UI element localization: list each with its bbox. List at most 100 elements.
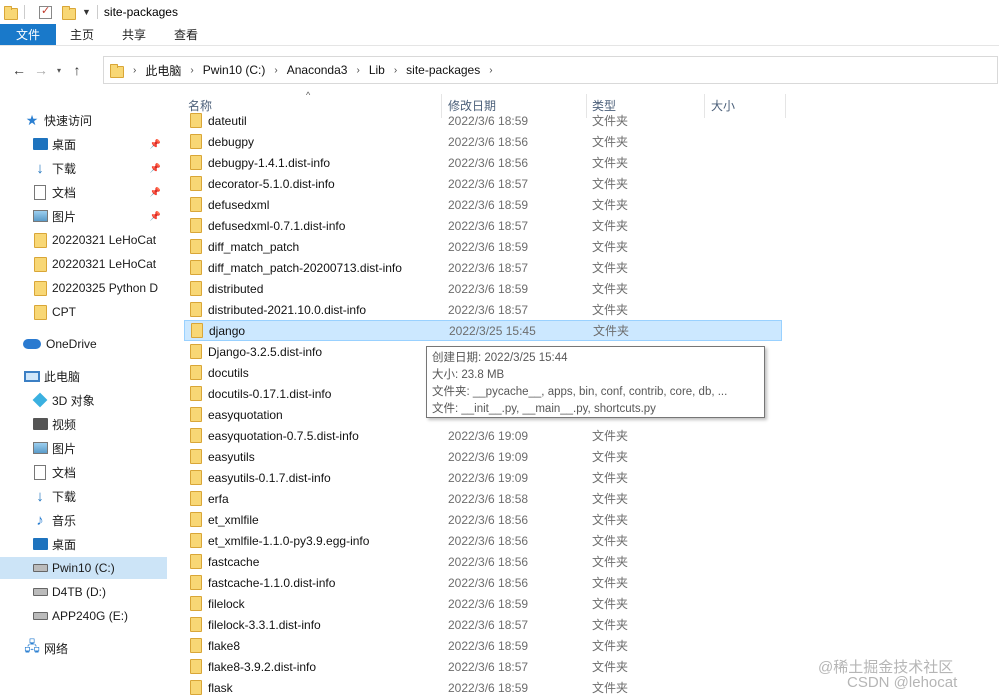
folder-icon (190, 617, 202, 632)
list-item[interactable]: flake8 2022/3/6 18:59 文件夹 (184, 635, 782, 656)
chevron-right-icon[interactable]: › (394, 65, 397, 76)
item-name: debugpy-1.4.1.dist-info (208, 155, 331, 170)
item-type: 文件夹 (592, 597, 629, 611)
list-item[interactable]: debugpy 2022/3/6 18:56 文件夹 (184, 131, 782, 152)
breadcrumb-this-pc[interactable]: 此电脑 (145, 62, 181, 79)
folder-icon (190, 134, 202, 149)
list-item[interactable]: fastcache-1.1.0.dist-info 2022/3/6 18:56… (184, 572, 782, 593)
sidebar-item-network[interactable]: 🖧 网络 (0, 637, 167, 659)
sidebar-item-folder[interactable]: 20220321 LeHoCat (0, 229, 167, 251)
sidebar-item-label: D4TB (D:) (52, 585, 106, 599)
folder-icon (190, 197, 202, 212)
tab-view[interactable]: 查看 (160, 24, 212, 45)
star-icon: ★ (25, 111, 39, 128)
chevron-right-icon[interactable]: › (274, 65, 277, 76)
item-date: 2022/3/6 18:56 (448, 533, 529, 548)
desktop-icon (32, 536, 48, 552)
sidebar-item-downloads[interactable]: ↓ 下载 📌 (0, 157, 167, 179)
list-item[interactable]: distributed 2022/3/6 18:59 文件夹 (184, 278, 782, 299)
breadcrumb-lib[interactable]: Lib (369, 63, 385, 77)
sidebar-item-drive-e[interactable]: APP240G (E:) (0, 605, 167, 627)
list-item[interactable]: et_xmlfile 2022/3/6 18:56 文件夹 (184, 509, 782, 530)
chevron-right-icon[interactable]: › (356, 65, 359, 76)
up-button[interactable]: ↑ (66, 62, 88, 78)
sidebar-item-folder[interactable]: 20220321 LeHoCat (0, 253, 167, 275)
sidebar-item-drive-c[interactable]: Pwin10 (C:) (0, 557, 167, 579)
sidebar-item-downloads[interactable]: ↓ 下载 (0, 485, 167, 507)
item-name: django (209, 323, 246, 338)
recent-locations-button[interactable]: ▾ (52, 66, 66, 75)
customize-quick-access-icon[interactable]: ▼ (82, 7, 91, 17)
list-item[interactable]: distributed-2021.10.0.dist-info 2022/3/6… (184, 299, 782, 320)
list-item[interactable]: diff_match_patch 2022/3/6 18:59 文件夹 (184, 236, 782, 257)
folder-icon (190, 491, 202, 506)
list-item[interactable]: filelock 2022/3/6 18:59 文件夹 (184, 593, 782, 614)
list-item[interactable]: debugpy-1.4.1.dist-info 2022/3/6 18:56 文… (184, 152, 782, 173)
list-item[interactable]: fastcache 2022/3/6 18:56 文件夹 (184, 551, 782, 572)
sidebar-item-this-pc[interactable]: 此电脑 (0, 365, 167, 387)
item-date: 2022/3/6 19:09 (448, 428, 529, 443)
sidebar-item-documents[interactable]: 文档 📌 (0, 181, 167, 203)
sidebar-item-desktop[interactable]: 桌面 (0, 533, 167, 555)
list-item[interactable]: et_xmlfile-1.1.0-py3.9.egg-info 2022/3/6… (184, 530, 782, 551)
breadcrumb-anaconda3[interactable]: Anaconda3 (287, 63, 348, 77)
sidebar-item-desktop[interactable]: 桌面 📌 (0, 133, 167, 155)
download-icon: ↓ (36, 159, 44, 177)
list-item-selected[interactable]: django 2022/3/25 15:45 文件夹 (184, 320, 782, 341)
sidebar-item-folder[interactable]: CPT (0, 301, 167, 323)
item-name: flake8-3.9.2.dist-info (208, 659, 317, 674)
tab-file[interactable]: 文件 (0, 24, 56, 45)
list-item[interactable]: filelock-3.3.1.dist-info 2022/3/6 18:57 … (184, 614, 782, 635)
list-item[interactable]: defusedxml 2022/3/6 18:59 文件夹 (184, 194, 782, 215)
item-date: 2022/3/6 18:59 (448, 596, 529, 611)
sidebar-item-3d-objects[interactable]: 3D 对象 (0, 389, 167, 411)
sidebar-item-documents[interactable]: 文档 (0, 461, 167, 483)
item-date: 2022/3/6 18:59 (448, 239, 529, 254)
sidebar-item-videos[interactable]: 视频 (0, 413, 167, 435)
forward-button[interactable]: → (30, 62, 52, 78)
drive-icon (32, 608, 48, 624)
item-name: et_xmlfile-1.1.0-py3.9.egg-info (208, 533, 370, 548)
list-item[interactable]: diff_match_patch-20200713.dist-info 2022… (184, 257, 782, 278)
back-button[interactable]: ← (8, 62, 30, 78)
list-item[interactable]: easyquotation-0.7.5.dist-info 2022/3/6 1… (184, 425, 782, 446)
document-icon (32, 464, 48, 480)
sidebar-item-label: 快速访问 (44, 113, 93, 128)
sidebar-item-music[interactable]: ♪ 音乐 (0, 509, 167, 531)
chevron-right-icon[interactable]: › (190, 65, 193, 76)
breadcrumb-site-packages[interactable]: site-packages (406, 63, 480, 77)
tab-home[interactable]: 主页 (56, 24, 108, 45)
address-bar[interactable]: › 此电脑 › Pwin10 (C:) › Anaconda3 › Lib › … (103, 56, 998, 84)
new-folder-icon[interactable] (62, 5, 76, 20)
sidebar-item-folder[interactable]: 20220325 Python D (0, 277, 167, 299)
item-date: 2022/3/6 18:57 (448, 218, 529, 233)
tab-share[interactable]: 共享 (108, 24, 160, 45)
breadcrumb-drive-c[interactable]: Pwin10 (C:) (203, 63, 266, 77)
list-item[interactable]: easyutils 2022/3/6 19:09 文件夹 (184, 446, 782, 467)
chevron-right-icon[interactable]: › (133, 65, 136, 76)
column-divider[interactable] (785, 94, 786, 118)
list-item[interactable]: defusedxml-0.7.1.dist-info 2022/3/6 18:5… (184, 215, 782, 236)
network-icon: 🖧 (24, 638, 40, 654)
chevron-right-icon[interactable]: › (489, 65, 492, 76)
sidebar-item-pictures[interactable]: 图片 📌 (0, 205, 167, 227)
sidebar-item-drive-d[interactable]: D4TB (D:) (0, 581, 167, 603)
item-date: 2022/3/6 18:57 (448, 617, 529, 632)
list-item[interactable]: flask 2022/3/6 18:59 文件夹 (184, 677, 782, 697)
folder-icon (190, 638, 202, 653)
item-date: 2022/3/6 18:57 (448, 176, 529, 191)
list-item[interactable]: erfa 2022/3/6 18:58 文件夹 (184, 488, 782, 509)
sidebar-item-pictures[interactable]: 图片 (0, 437, 167, 459)
list-item[interactable]: easyutils-0.1.7.dist-info 2022/3/6 19:09… (184, 467, 782, 488)
folder-icon (32, 304, 48, 320)
sidebar-item-onedrive[interactable]: OneDrive (0, 333, 167, 355)
sidebar-item-quick-access[interactable]: ★ 快速访问 (0, 109, 167, 131)
list-item[interactable]: decorator-5.1.0.dist-info 2022/3/6 18:57… (184, 173, 782, 194)
item-name: diff_match_patch-20200713.dist-info (208, 260, 402, 275)
watermark-csdn: CSDN @lehocat (847, 674, 958, 691)
properties-icon[interactable] (39, 4, 52, 19)
folder-icon (190, 575, 202, 590)
window-title: site-packages (103, 5, 178, 19)
list-item[interactable]: dateutil 2022/3/6 18:59 文件夹 (184, 110, 782, 131)
list-item[interactable]: flake8-3.9.2.dist-info 2022/3/6 18:57 文件… (184, 656, 782, 677)
